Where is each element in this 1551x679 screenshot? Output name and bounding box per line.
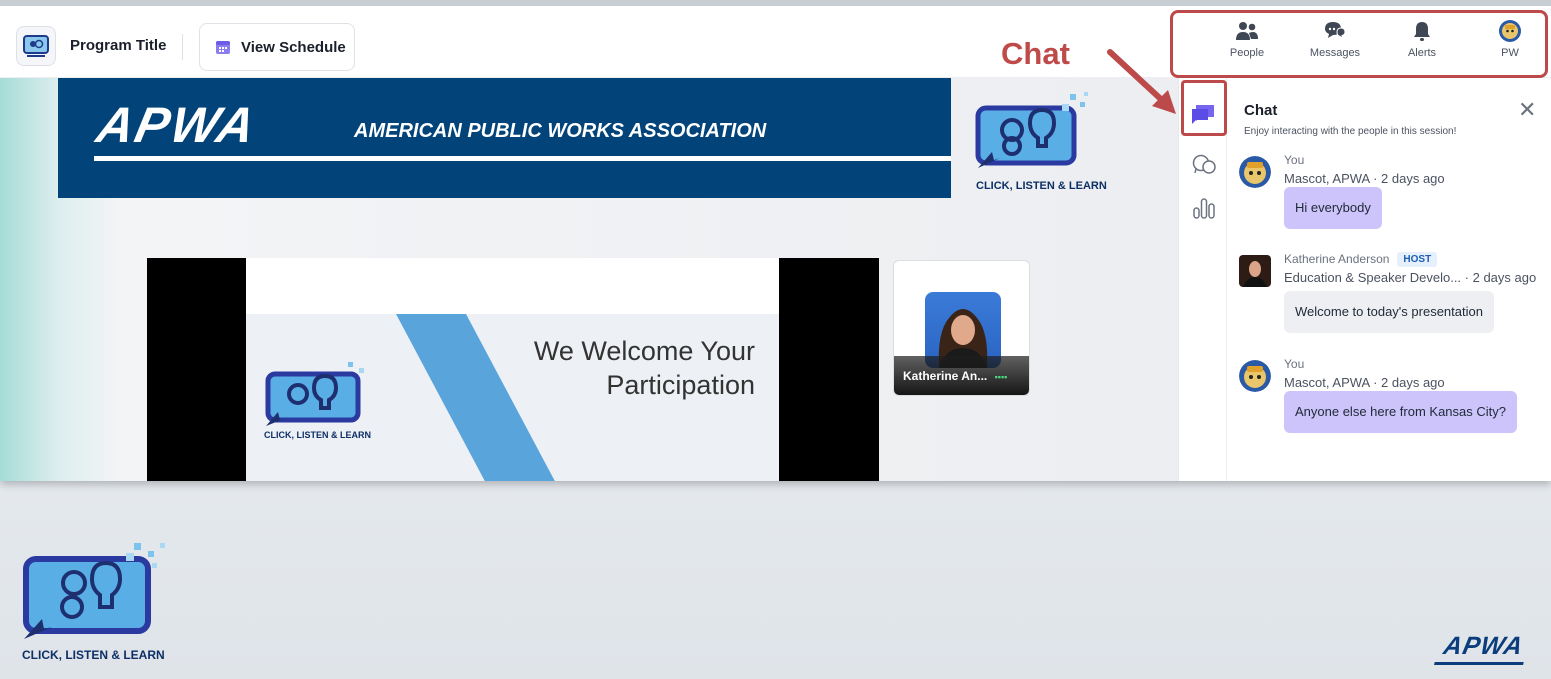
banner-association-name: AMERICAN PUBLIC WORKS ASSOCIATION xyxy=(354,120,767,142)
chat-title: Chat xyxy=(1244,102,1278,119)
nav-highlight-box xyxy=(1170,10,1548,78)
lightbulb-gear-icon xyxy=(975,92,1088,168)
chat-callout-label: Chat xyxy=(1001,36,1070,71)
host-badge: HOST xyxy=(1397,252,1438,267)
view-schedule-button[interactable]: View Schedule xyxy=(199,23,355,71)
close-icon[interactable]: ✕ xyxy=(1518,98,1536,123)
rail-polls-button[interactable] xyxy=(1192,196,1216,224)
view-schedule-label: View Schedule xyxy=(241,38,346,56)
speaker-name: Katherine An... xyxy=(903,369,988,383)
program-logo-icon xyxy=(23,35,49,57)
program-title: Program Title xyxy=(70,37,167,54)
event-app-window: Program Title View Schedule People Messa… xyxy=(0,0,1551,481)
rail-qa-button[interactable] xyxy=(1191,154,1217,180)
slide-welcome-text: We Welcome Your Participation xyxy=(534,334,755,402)
polls-icon xyxy=(1193,198,1215,219)
slide-welcome-line1: We Welcome Your xyxy=(533,336,755,366)
slide-badge-text: CLICK, LISTEN & LEARN xyxy=(264,430,371,440)
slide-welcome-line2: Participation xyxy=(606,370,755,400)
footer-click-listen-learn-logo: CLICK, LISTEN & LEARN xyxy=(22,537,172,662)
mascot-avatar xyxy=(1239,156,1271,188)
qa-icon xyxy=(1192,154,1216,174)
message-bubble: Hi everybody xyxy=(1284,187,1382,229)
lightbulb-gear-icon xyxy=(23,543,165,639)
message-meta: Mascot, APWA · 2 days ago xyxy=(1284,171,1445,186)
footer-apwa-logo: APWA xyxy=(1441,632,1527,660)
slide-logo: CLICK, LISTEN & LEARN xyxy=(264,358,371,440)
footer-badge-text: CLICK, LISTEN & LEARN xyxy=(22,648,165,662)
title-divider xyxy=(182,34,183,60)
message-bubble: Welcome to today's presentation xyxy=(1284,291,1494,333)
author-name: Katherine Anderson xyxy=(1284,252,1390,266)
chat-panel: Chat Enjoy interacting with the people i… xyxy=(1228,78,1551,481)
chat-subtitle: Enjoy interacting with the people in thi… xyxy=(1244,126,1457,137)
mascot-avatar xyxy=(1239,360,1271,392)
chat-rail-highlight-box xyxy=(1181,80,1227,136)
program-logo[interactable] xyxy=(16,26,56,66)
speaker-nameplate: Katherine An... ▪▪▪▪ xyxy=(894,356,1029,395)
apwa-logo: APWA xyxy=(92,97,262,153)
katherine-avatar xyxy=(1239,255,1271,287)
message-meta: Mascot, APWA · 2 days ago xyxy=(1284,375,1445,390)
lightbulb-gear-icon xyxy=(265,362,364,426)
slide-viewer[interactable]: CLICK, LISTEN & LEARN We Welcome Your Pa… xyxy=(147,258,879,481)
audio-level-icon: ▪▪▪▪ xyxy=(994,372,1008,382)
slide-header-area xyxy=(246,258,779,314)
apwa-banner: APWA AMERICAN PUBLIC WORKS ASSOCIATION xyxy=(58,78,951,198)
message-author: You xyxy=(1284,357,1305,371)
banner-rule xyxy=(94,156,951,161)
message-meta: Education & Speaker Develo... · 2 days a… xyxy=(1284,270,1537,285)
slide-content: CLICK, LISTEN & LEARN We Welcome Your Pa… xyxy=(246,258,779,481)
message-bubble: Anyone else here from Kansas City? xyxy=(1284,391,1517,433)
presentation-stage: APWA AMERICAN PUBLIC WORKS ASSOCIATION C… xyxy=(0,78,1178,481)
click-listen-learn-logo: CLICK, LISTEN & LEARN xyxy=(974,88,1107,192)
side-panel-rail xyxy=(1178,78,1227,481)
badge-text: CLICK, LISTEN & LEARN xyxy=(976,180,1107,192)
speaker-video-tile[interactable]: Katherine An... ▪▪▪▪ xyxy=(893,260,1030,396)
message-author: You xyxy=(1284,153,1305,167)
arrow-icon xyxy=(1107,49,1176,114)
calendar-icon xyxy=(216,41,230,54)
message-author: Katherine Anderson HOST xyxy=(1284,252,1438,267)
